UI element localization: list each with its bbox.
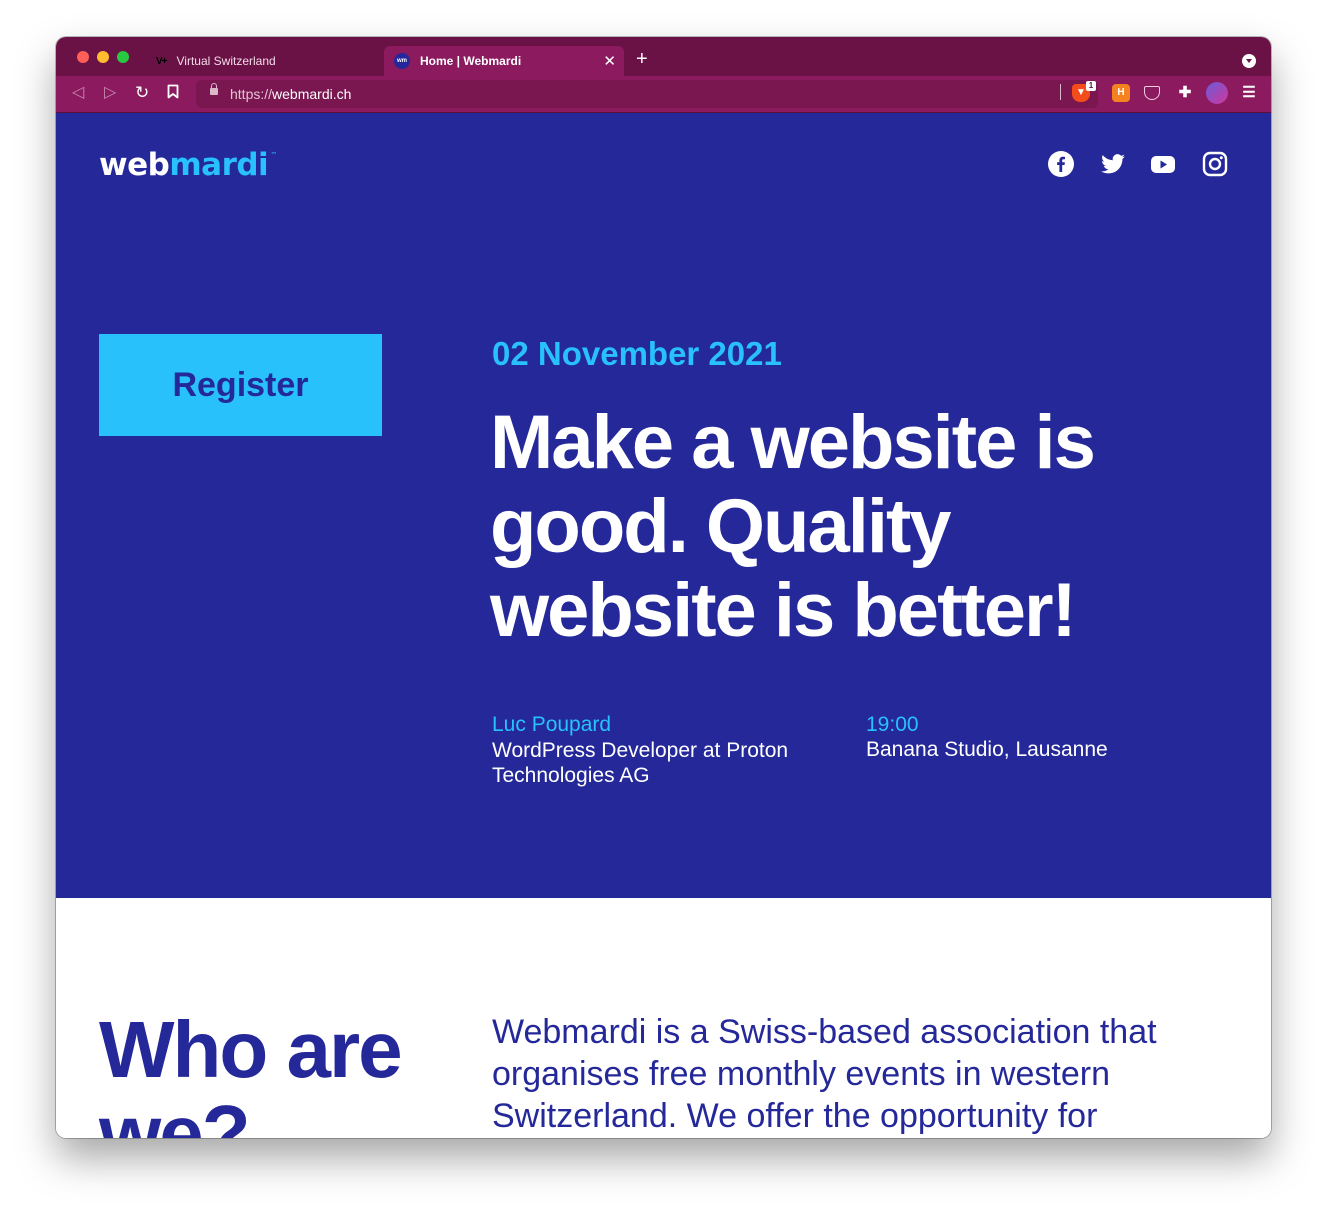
new-tab-button[interactable]: + bbox=[636, 49, 648, 69]
address-bar[interactable]: https://webmardi.ch bbox=[196, 80, 1098, 108]
webmardi-logo[interactable]: webmardi ™ bbox=[99, 147, 277, 183]
twitter-icon[interactable] bbox=[1100, 151, 1126, 177]
tab-title: Home | Webmardi bbox=[420, 54, 522, 68]
about-text: Webmardi is a Swiss-based association th… bbox=[492, 1013, 1157, 1135]
tab-strip: V+ Virtual Switzerland wm Home | Webmard… bbox=[56, 37, 1271, 76]
zoom-window-button[interactable] bbox=[117, 51, 129, 63]
instagram-icon[interactable] bbox=[1202, 151, 1228, 177]
reload-button[interactable]: ↻ bbox=[135, 84, 149, 102]
about-title: Who are we? bbox=[99, 1005, 403, 1139]
h-extension-icon[interactable]: H bbox=[1112, 84, 1130, 102]
hero-headline: Make a website is good. Quality website … bbox=[490, 400, 1096, 653]
pocket-icon[interactable] bbox=[1144, 86, 1160, 100]
shield-count-badge: 1 bbox=[1086, 81, 1096, 91]
forward-button[interactable]: ▷ bbox=[104, 84, 116, 102]
tab-webmardi[interactable]: wm Home | Webmardi ✕ bbox=[384, 46, 624, 76]
bookmark-icon[interactable] bbox=[167, 84, 179, 104]
page-content: webmardi ™ Register 02 November 2021 Make… bbox=[56, 113, 1271, 1138]
back-button[interactable]: ◁ bbox=[72, 84, 84, 102]
event-venue: Banana Studio, Lausanne bbox=[866, 738, 1108, 761]
speaker-name: Luc Poupard bbox=[492, 713, 612, 736]
close-window-button[interactable] bbox=[77, 51, 89, 63]
youtube-icon[interactable] bbox=[1150, 151, 1176, 177]
address-bar-divider bbox=[1060, 84, 1061, 100]
puzzle-icon[interactable]: ✚ bbox=[1176, 84, 1194, 102]
hero-section: webmardi ™ Register 02 November 2021 Make… bbox=[56, 113, 1271, 898]
register-button[interactable]: Register bbox=[99, 334, 382, 436]
event-date: 02 November 2021 bbox=[492, 335, 782, 372]
tab-title: Virtual Switzerland bbox=[176, 54, 276, 68]
browser-toolbar: ◁ ▷ ↻ https://webmardi.ch ▼ 1 H ✚ ☰ bbox=[56, 76, 1271, 113]
vs-logo-icon: V+ bbox=[156, 55, 167, 67]
webmardi-favicon-icon: wm bbox=[394, 53, 410, 69]
browser-window: V+ Virtual Switzerland wm Home | Webmard… bbox=[56, 37, 1271, 1138]
facebook-icon[interactable] bbox=[1048, 151, 1074, 177]
lock-icon bbox=[210, 83, 218, 95]
url-text[interactable]: https://webmardi.ch bbox=[230, 86, 351, 102]
minimize-window-button[interactable] bbox=[97, 51, 109, 63]
tab-virtual-switzerland[interactable]: V+ Virtual Switzerland bbox=[146, 46, 381, 76]
event-time: 19:00 bbox=[866, 713, 919, 736]
profile-avatar[interactable] bbox=[1206, 82, 1228, 104]
menu-icon[interactable]: ☰ bbox=[1240, 84, 1258, 102]
speaker-role: WordPress Developer at Proton Technologi… bbox=[492, 739, 789, 787]
tab-list-dropdown-icon[interactable] bbox=[1242, 54, 1256, 68]
close-tab-icon[interactable]: ✕ bbox=[603, 52, 616, 70]
about-section: Who are we? Webmardi is a Swiss-based as… bbox=[56, 898, 1271, 1138]
